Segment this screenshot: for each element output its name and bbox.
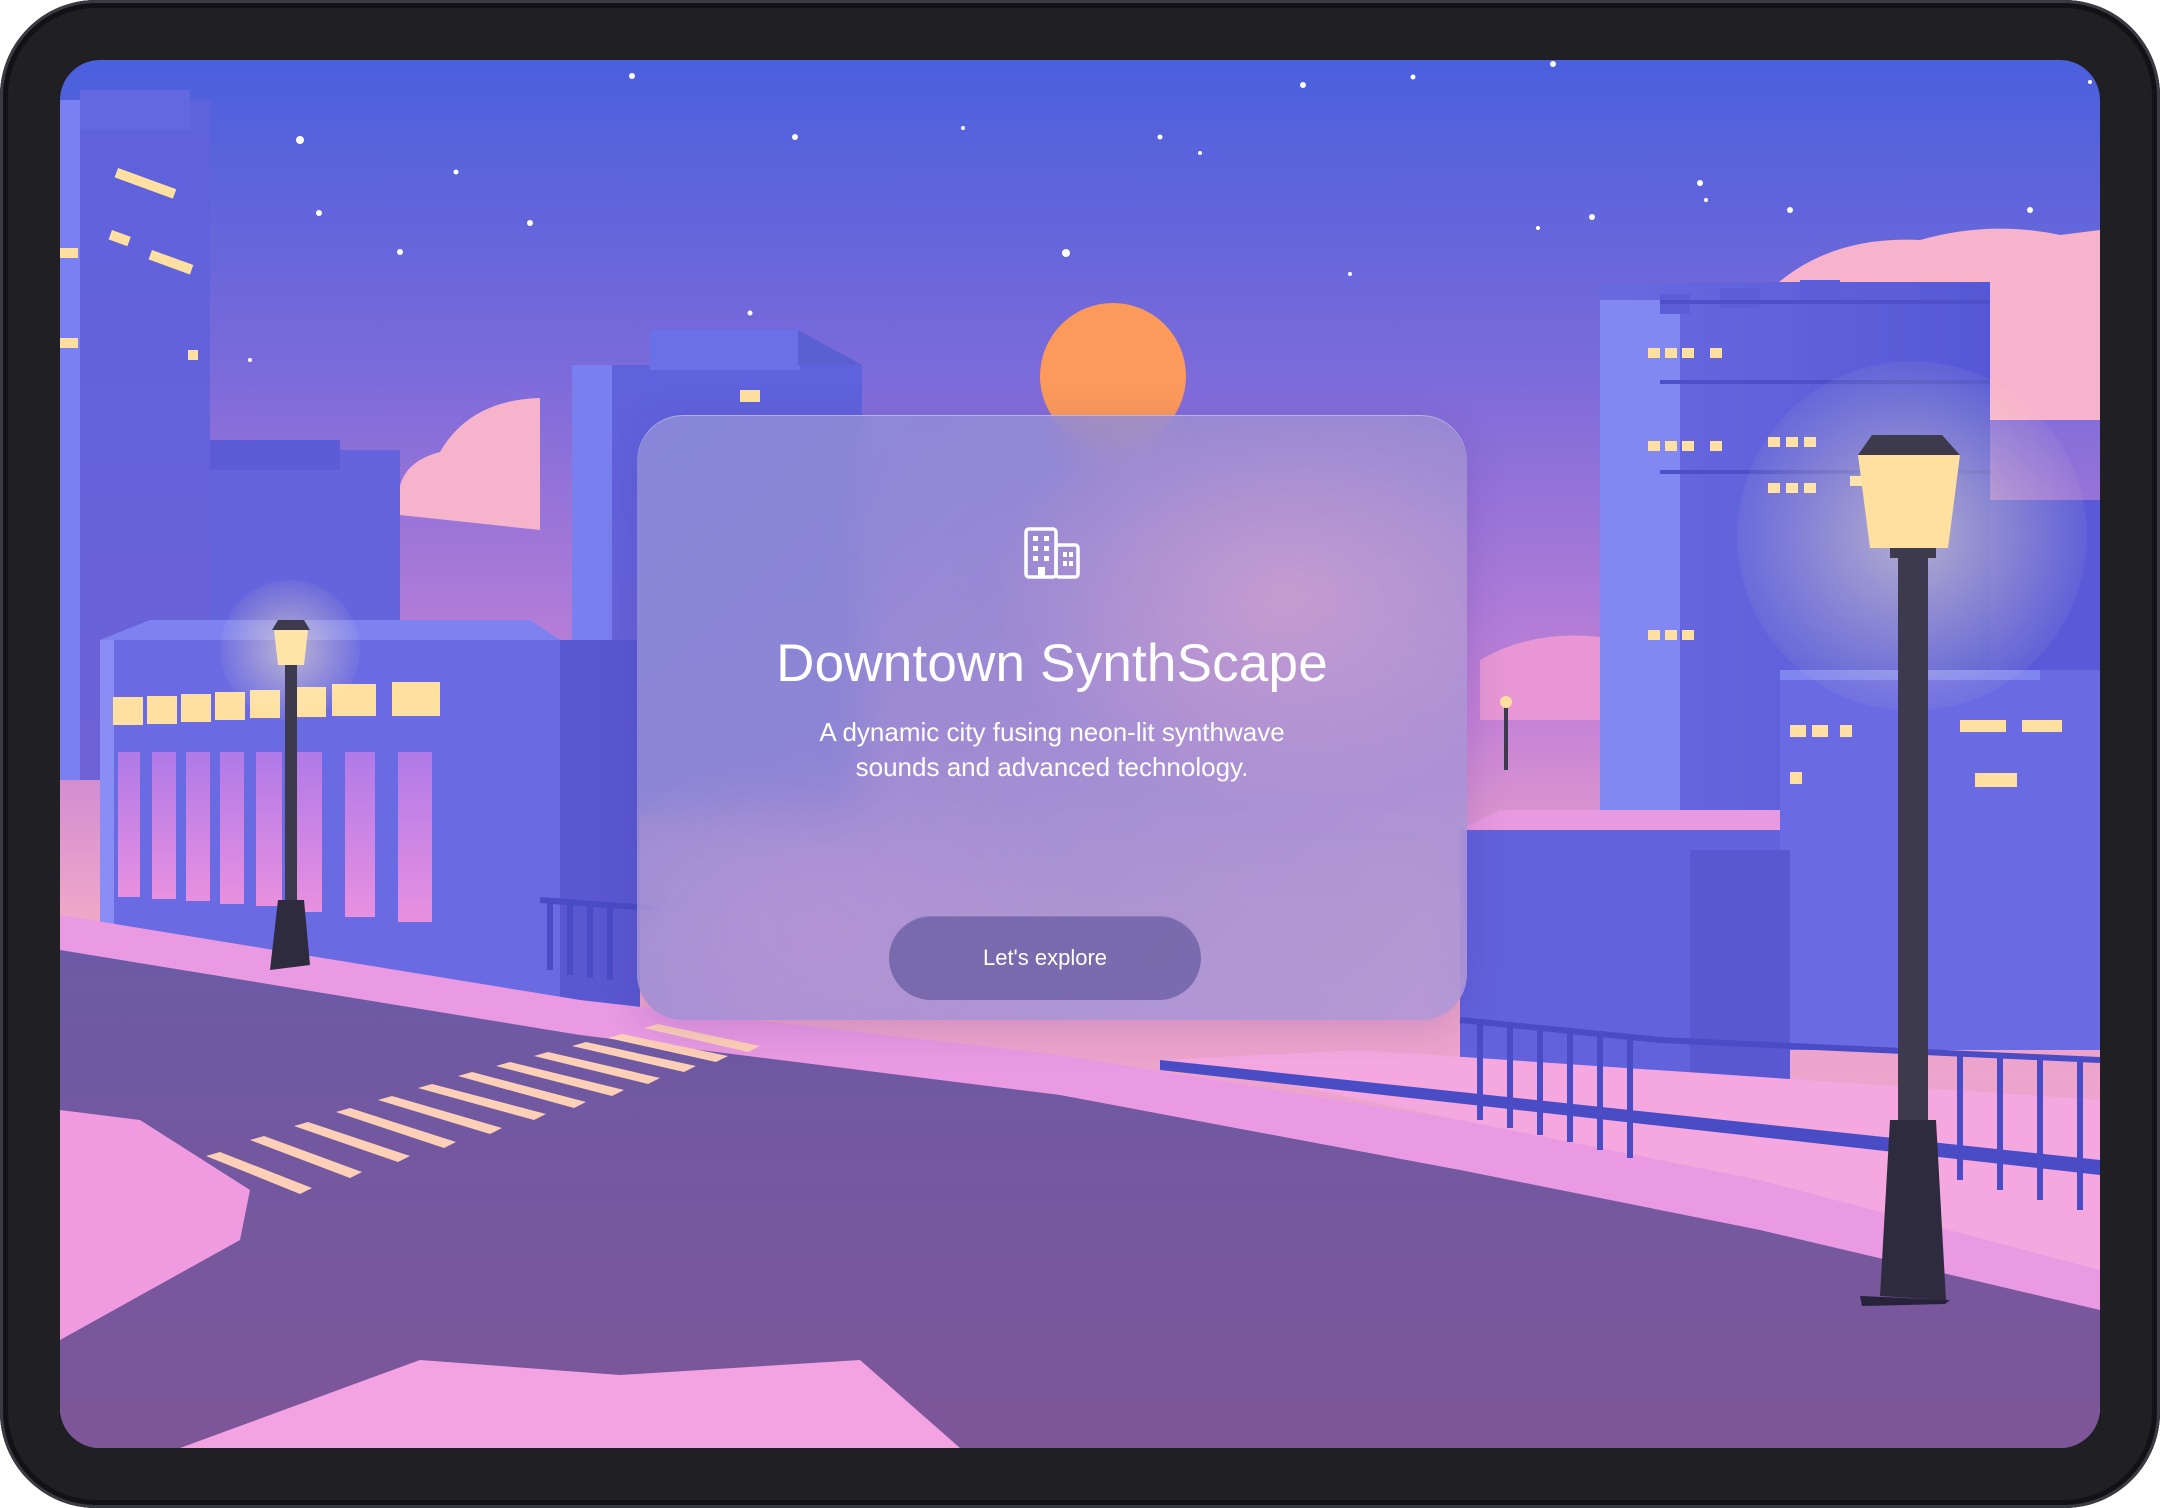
building-icon <box>1024 527 1080 579</box>
page-description: A dynamic city fusing neon-lit synthwave… <box>819 717 1285 782</box>
explore-button[interactable]: Let's explore <box>889 916 1201 1000</box>
page-title: Downtown SynthScape <box>776 634 1328 693</box>
intro-card: Downtown SynthScape A dynamic city fusin… <box>637 415 1467 1020</box>
app-screen: Downtown SynthScape A dynamic city fusin… <box>60 60 2100 1448</box>
tablet-frame: Downtown SynthScape A dynamic city fusin… <box>0 0 2160 1508</box>
